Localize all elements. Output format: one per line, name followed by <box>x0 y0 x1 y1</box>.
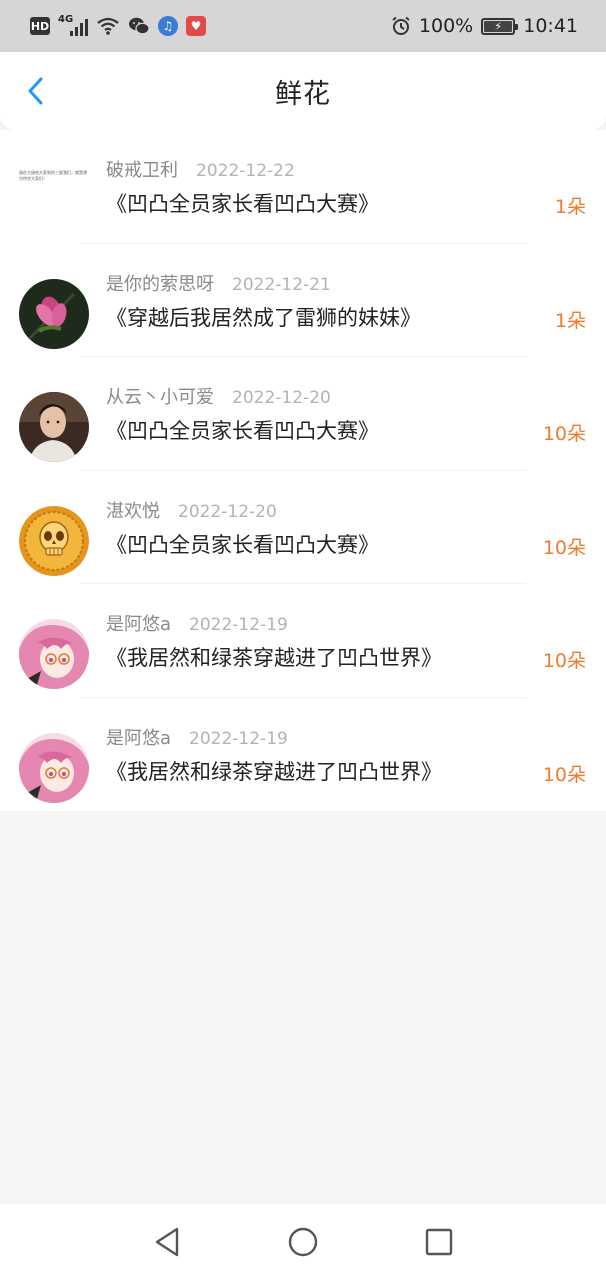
user-name[interactable]: 湛欢悦 <box>106 497 160 523</box>
circle-home-icon <box>288 1227 318 1257</box>
book-title[interactable]: 《凹凸全员家长看凹凸大赛》 <box>106 529 379 559</box>
flower-count: 10朵 <box>542 763 586 786</box>
flower-count: 10朵 <box>542 650 586 672</box>
system-navigation-bar <box>0 1204 606 1280</box>
avatar[interactable] <box>19 392 89 462</box>
nav-home-button[interactable] <box>283 1222 323 1262</box>
user-name[interactable]: 是你的萦思呀 <box>106 270 214 296</box>
date-label: 2022-12-20 <box>178 501 277 522</box>
date-label: 2022-12-19 <box>189 728 288 749</box>
hd-icon: HD <box>30 17 50 35</box>
book-title[interactable]: 《穿越后我居然成了雷狮的妹妹》 <box>106 302 421 332</box>
flower-count: 10朵 <box>542 423 586 445</box>
battery-percent: 100% <box>418 15 474 37</box>
boy-portrait-avatar <box>19 392 89 462</box>
battery-icon: ⚡ <box>481 17 519 35</box>
flower-record-list: 留在大佬给大家到的三星我们，就是想为特学大家们！ 破戒卫利 2022-12-22… <box>0 130 606 811</box>
flower-count: 1朵 <box>554 309 586 332</box>
music-app-icon: ♫ <box>158 16 178 36</box>
date-label: 2022-12-20 <box>232 388 331 408</box>
list-item[interactable]: 留在大佬给大家到的三星我们，就是想为特学大家们！ 破戒卫利 2022-12-22… <box>0 130 606 244</box>
wifi-icon <box>97 17 119 35</box>
avatar[interactable] <box>19 505 89 576</box>
book-title[interactable]: 《我居然和绿茶穿越进了凹凸世界》 <box>106 642 442 672</box>
date-label: 2022-12-21 <box>232 274 331 295</box>
flower-count: 1朵 <box>554 196 586 218</box>
pink-hair-anime-avatar <box>19 732 89 803</box>
book-title[interactable]: 《凹凸全员家长看凹凸大赛》 <box>106 188 379 218</box>
list-item[interactable]: 湛欢悦 2022-12-20 《凹凸全员家长看凹凸大赛》 10朵 <box>0 471 606 584</box>
avatar[interactable] <box>19 732 89 803</box>
wechat-icon <box>129 17 150 35</box>
clock-time: 10:41 <box>523 15 578 37</box>
avatar[interactable] <box>19 278 89 349</box>
book-title[interactable]: 《我居然和绿茶穿越进了凹凸世界》 <box>106 756 442 786</box>
flower-count: 10朵 <box>542 536 586 559</box>
user-name[interactable]: 从云丶小可爱 <box>106 383 214 409</box>
list-item[interactable]: 是阿悠a 2022-12-19 《我居然和绿茶穿越进了凹凸世界》 10朵 <box>0 584 606 698</box>
magnolia-flower-avatar <box>19 278 89 349</box>
status-bar: HD 4G ♫ ♥ 100% ⚡ 10:41 <box>0 0 606 52</box>
chevron-left-icon <box>28 77 43 105</box>
date-label: 2022-12-19 <box>189 615 288 635</box>
avatar[interactable] <box>19 619 89 689</box>
red-heart-app-icon: ♥ <box>186 16 206 36</box>
user-name[interactable]: 是阿悠a <box>106 610 171 636</box>
square-recents-icon <box>425 1228 453 1256</box>
user-name[interactable]: 破戒卫利 <box>106 156 178 182</box>
nav-recents-button[interactable] <box>419 1222 459 1262</box>
book-title[interactable]: 《凹凸全员家长看凹凸大赛》 <box>106 415 379 445</box>
back-button[interactable] <box>18 74 52 108</box>
user-name[interactable]: 是阿悠a <box>106 724 171 750</box>
list-item[interactable]: 是你的萦思呀 2022-12-21 《穿越后我居然成了雷狮的妹妹》 1朵 <box>0 244 606 357</box>
app-header: 鲜花 <box>0 52 606 130</box>
list-item[interactable]: 是阿悠a 2022-12-19 《我居然和绿茶穿越进了凹凸世界》 10朵 <box>0 698 606 812</box>
golden-skull-avatar <box>19 505 89 576</box>
pink-hair-anime-avatar <box>19 619 89 689</box>
text-note-avatar: 留在大佬给大家到的三星我们，就是想为特学大家们！ <box>19 170 87 181</box>
nav-back-button[interactable] <box>147 1222 187 1262</box>
cellular-signal-icon: 4G <box>58 14 88 36</box>
date-label: 2022-12-22 <box>196 161 295 181</box>
list-item[interactable]: 从云丶小可爱 2022-12-20 《凹凸全员家长看凹凸大赛》 10朵 <box>0 357 606 471</box>
page-title: 鲜花 <box>275 78 331 110</box>
triangle-back-icon <box>155 1227 179 1257</box>
alarm-icon <box>392 16 410 35</box>
